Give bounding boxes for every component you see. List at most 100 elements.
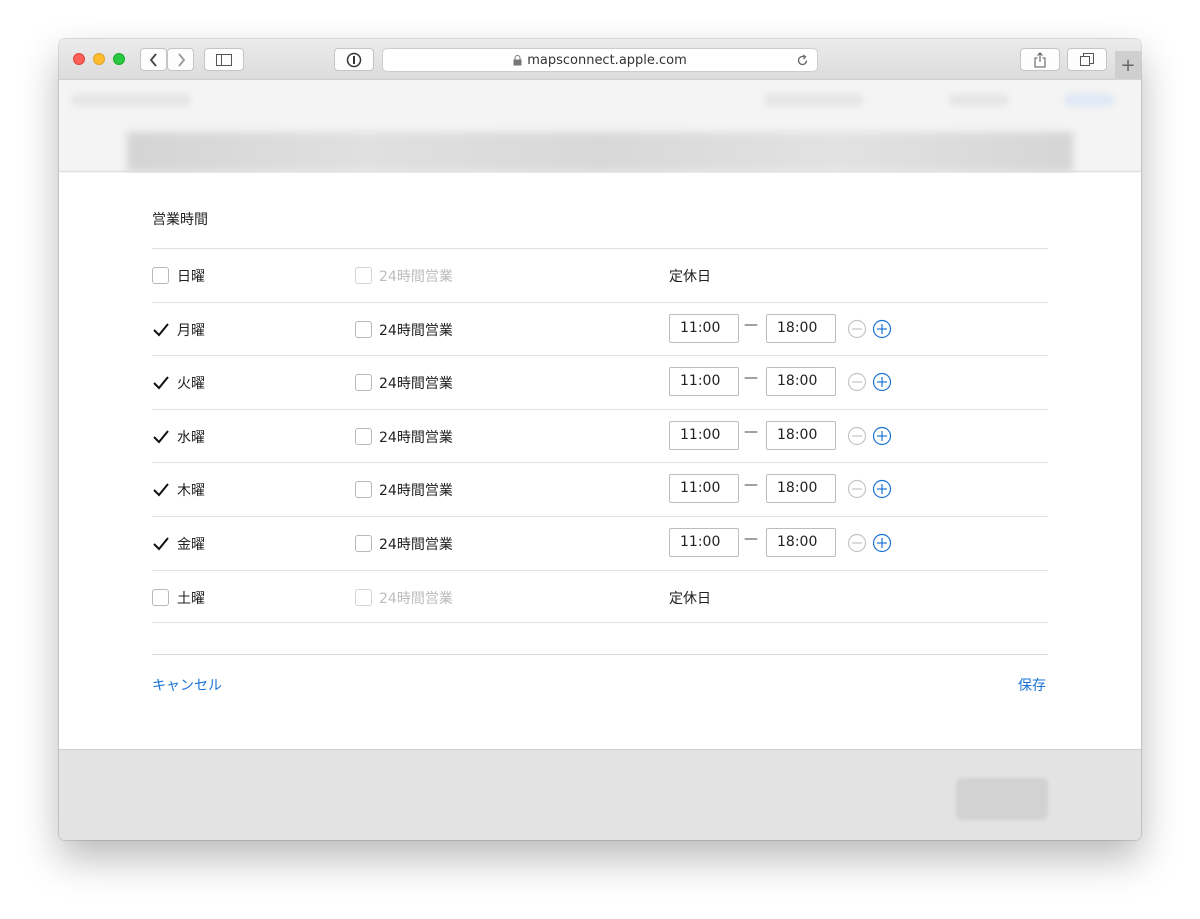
checkmark-icon <box>153 537 169 551</box>
blurred-header-text <box>71 94 191 106</box>
blurred-header-text <box>949 94 1009 106</box>
share-button[interactable] <box>1020 48 1060 71</box>
all-day-checkbox[interactable] <box>355 481 372 499</box>
day-row: 火曜 24時間営業 11:00 — 18:00 <box>152 355 1048 408</box>
open-time-input[interactable]: 11:00 <box>669 313 739 343</box>
remove-hours-icon[interactable] <box>847 426 867 446</box>
close-time-input[interactable]: 18:00 <box>766 367 836 397</box>
add-hours-icon[interactable] <box>872 426 892 446</box>
day-label: 木曜 <box>177 483 205 500</box>
day-row: 土曜 24時間営業 定休日 <box>152 569 1048 623</box>
checkmark-icon <box>153 483 169 497</box>
day-checkbox[interactable] <box>152 267 169 284</box>
open-time-input[interactable]: 11:00 <box>669 420 739 450</box>
open-time-input[interactable]: 11:00 <box>669 528 739 557</box>
share-icon <box>1034 51 1046 67</box>
day-checkbox[interactable] <box>152 428 169 445</box>
all-day-checkbox[interactable] <box>355 267 372 284</box>
time-separator: — <box>744 531 758 547</box>
day-checkbox[interactable] <box>152 481 169 498</box>
url-text: mapsconnect.apple.com <box>527 52 687 68</box>
day-label: 土曜 <box>177 590 205 607</box>
password-manager-icon <box>346 52 362 67</box>
day-checkbox[interactable] <box>152 374 169 391</box>
blurred-footer-button <box>956 778 1048 820</box>
back-button[interactable] <box>140 48 167 71</box>
day-label: 金曜 <box>177 537 205 553</box>
reload-icon[interactable] <box>796 54 809 67</box>
all-day-label: 24時間営業 <box>379 483 453 500</box>
day-label: 日曜 <box>177 269 205 285</box>
add-hours-icon[interactable] <box>872 533 892 553</box>
day-label: 水曜 <box>177 429 205 446</box>
checkmark-icon <box>153 322 169 337</box>
divider <box>152 654 1048 655</box>
blurred-header-text <box>1064 94 1114 106</box>
close-window-button[interactable] <box>73 53 85 65</box>
day-row: 月曜 24時間営業 11:00 — 18:00 <box>152 301 1048 355</box>
tabs-overview-button[interactable] <box>1067 48 1107 71</box>
chevron-left-icon <box>149 52 157 67</box>
add-hours-icon[interactable] <box>872 372 892 392</box>
minimize-window-button[interactable] <box>93 53 105 65</box>
day-row: 木曜 24時間営業 11:00 — 18:00 <box>152 462 1048 515</box>
lock-icon <box>513 54 522 65</box>
all-day-checkbox[interactable] <box>355 535 372 552</box>
day-checkbox[interactable] <box>152 588 169 606</box>
close-time-input[interactable]: 18:00 <box>766 420 836 450</box>
blurred-footer <box>59 749 1141 840</box>
all-day-label: 24時間営業 <box>379 376 453 393</box>
day-row: 日曜 24時間営業 定休日 <box>152 248 1048 301</box>
checkmark-icon <box>153 376 169 390</box>
remove-hours-icon[interactable] <box>847 533 867 553</box>
open-time-input[interactable]: 11:00 <box>669 367 739 397</box>
chevron-right-icon <box>177 52 185 67</box>
close-time-input[interactable]: 18:00 <box>766 474 836 504</box>
close-time-input[interactable]: 18:00 <box>766 313 836 343</box>
all-day-label: 24時間営業 <box>379 322 453 339</box>
forward-button[interactable] <box>167 48 194 71</box>
add-hours-icon[interactable] <box>872 479 892 499</box>
time-separator: — <box>744 477 758 494</box>
save-button[interactable]: 保存 <box>1018 675 1046 695</box>
closed-label: 定休日 <box>669 269 711 285</box>
all-day-checkbox[interactable] <box>355 374 372 392</box>
day-label: 月曜 <box>177 322 205 339</box>
day-label: 火曜 <box>177 376 205 393</box>
all-day-label: 24時間営業 <box>379 269 453 285</box>
blurred-header-text <box>764 94 864 106</box>
remove-hours-icon[interactable] <box>847 479 867 499</box>
address-bar[interactable]: mapsconnect.apple.com <box>382 48 818 72</box>
browser-window: mapsconnect.apple.com + 営業時間 日曜 24時間営業 定休日… <box>59 39 1141 840</box>
time-separator: — <box>744 370 758 387</box>
close-time-input[interactable]: 18:00 <box>766 528 836 557</box>
zoom-window-button[interactable] <box>113 53 125 65</box>
new-tab-button[interactable]: + <box>1115 51 1141 80</box>
day-checkbox[interactable] <box>152 321 169 338</box>
remove-hours-icon[interactable] <box>847 372 867 392</box>
sidebar-button[interactable] <box>204 48 244 71</box>
remove-hours-icon[interactable] <box>847 319 867 339</box>
all-day-label: 24時間営業 <box>379 429 453 446</box>
sidebar-icon <box>216 53 232 66</box>
password-manager-button[interactable] <box>334 48 374 71</box>
day-row: 水曜 24時間営業 11:00 — 18:00 <box>152 408 1048 462</box>
checkmark-icon <box>153 430 169 444</box>
section-title: 営業時間 <box>152 212 208 228</box>
business-hours-form: 営業時間 日曜 24時間営業 定休日 月曜 24時間営業 11:00—18:00 火曜 24時… <box>59 173 1141 749</box>
plus-icon: + <box>1120 55 1136 76</box>
add-hours-icon[interactable] <box>872 319 892 339</box>
cancel-button[interactable]: キャンセル <box>152 675 222 695</box>
all-day-checkbox[interactable] <box>355 588 372 606</box>
all-day-label: 24時間営業 <box>379 590 453 607</box>
blurred-banner <box>127 132 1073 172</box>
time-separator: — <box>744 423 758 440</box>
day-checkbox[interactable] <box>152 535 169 552</box>
all-day-checkbox[interactable] <box>355 320 372 338</box>
browser-toolbar: mapsconnect.apple.com + <box>59 39 1141 80</box>
closed-label: 定休日 <box>669 590 711 607</box>
day-row: 金曜 24時間営業 11:00 — 18:00 <box>152 516 1048 569</box>
open-time-input[interactable]: 11:00 <box>669 474 739 504</box>
blurred-header <box>59 80 1141 172</box>
all-day-checkbox[interactable] <box>355 427 372 445</box>
